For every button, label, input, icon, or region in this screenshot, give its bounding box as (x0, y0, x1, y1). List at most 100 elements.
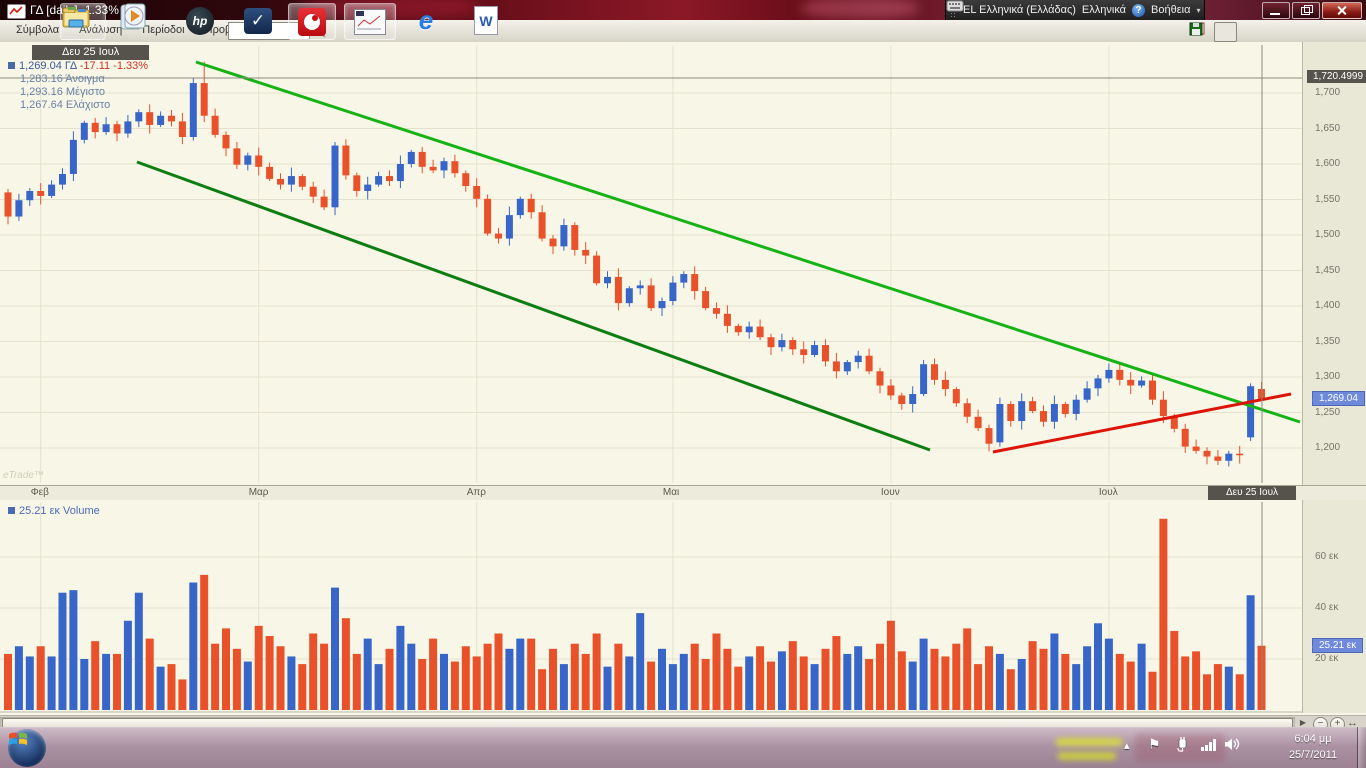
volume-bar (168, 664, 176, 710)
ruler-tool-icon[interactable] (1291, 23, 1312, 41)
price-chart-pane[interactable]: 1,7001,6501,6001,5501,5001,4501,4001,350… (0, 42, 1366, 485)
taskbar-item-hp[interactable]: hp (180, 3, 220, 38)
minimize-button[interactable] (1262, 2, 1290, 19)
volume-bar (364, 639, 372, 710)
candle (637, 285, 644, 288)
tray-action-center-icon[interactable]: ⚑ (1148, 736, 1161, 753)
media-player-icon (118, 3, 148, 31)
candle (702, 291, 709, 308)
volume-bar (1203, 674, 1211, 710)
watermark: eTrade™ (3, 470, 44, 481)
price-tick: 1,400 (1315, 300, 1340, 311)
candle (604, 277, 611, 283)
app-chart-icon (7, 4, 26, 19)
windows-logo-icon (8, 729, 28, 747)
candle (659, 301, 666, 308)
price-tick: 1,550 (1315, 194, 1340, 205)
taskbar-item-check-app[interactable]: ✓ (238, 3, 278, 38)
candle (996, 404, 1003, 442)
legend-high-value: 1,293.16 (20, 86, 63, 98)
region-select-tool-icon[interactable] (1241, 23, 1262, 41)
volume-bar (702, 659, 710, 710)
taskbar-item-trading-app[interactable] (344, 3, 396, 40)
taskbar-item-word[interactable]: W (464, 3, 508, 38)
volume-bar (952, 644, 960, 710)
volume-bar (69, 590, 77, 710)
volume-bar (571, 644, 579, 710)
close-button[interactable] (1322, 2, 1362, 19)
candle (1182, 429, 1189, 447)
volume-bar (1247, 595, 1255, 710)
restore-button[interactable] (1292, 2, 1320, 19)
price-tick: 1,600 (1315, 158, 1340, 169)
candle (560, 225, 567, 246)
candle (811, 345, 818, 355)
volume-bar (495, 634, 503, 711)
help-icon[interactable]: ? (1132, 4, 1145, 17)
volume-bar (974, 664, 982, 710)
candle (92, 123, 99, 132)
language-bar[interactable]: EL Ελληνικά (Ελλάδας) Ελληνικά ? Βοήθεια… (945, 0, 1205, 21)
langbar-options-caret[interactable]: ▾ (1196, 6, 1200, 15)
volume-bar (200, 575, 208, 710)
volume-bar (37, 646, 45, 710)
start-button[interactable] (8, 729, 46, 767)
volume-bar (843, 654, 851, 710)
candle (1018, 401, 1025, 421)
keyboard-layout-label[interactable]: Ελληνικά (1082, 4, 1126, 16)
word-icon: W (474, 6, 498, 35)
candle (223, 135, 230, 148)
volume-bar (767, 662, 775, 710)
taskbar-item-internet-explorer[interactable]: e (406, 3, 446, 38)
volume-bar (1214, 664, 1222, 710)
candle (1116, 370, 1123, 380)
volume-bar (157, 667, 165, 710)
candle (1073, 400, 1080, 414)
taskbar-item-media-player[interactable] (118, 3, 158, 38)
help-label[interactable]: Βοήθεια (1151, 4, 1190, 16)
crosshair-tool-icon[interactable] (1214, 22, 1237, 42)
price-tick: 1,700 (1315, 87, 1340, 98)
volume-bar (941, 656, 949, 710)
keyboard-icon[interactable] (946, 0, 964, 12)
volume-bar (887, 621, 895, 710)
taskbar-item-explorer[interactable] (60, 3, 106, 40)
candle (953, 389, 960, 403)
candle (190, 83, 197, 137)
trendline-tool-icon[interactable] (1266, 23, 1287, 41)
volume-bar (745, 656, 753, 710)
legend-high-label: Μέγιστο (66, 86, 105, 98)
save-icon[interactable] (1341, 23, 1362, 41)
candle (37, 191, 44, 196)
candle (713, 308, 720, 314)
candle (920, 364, 927, 394)
volume-bar (418, 659, 426, 710)
chart-type-icon[interactable] (1316, 23, 1337, 41)
volume-bar (625, 656, 633, 710)
tray-hidden-icons-button[interactable]: ▴ (1124, 739, 1130, 752)
candle (408, 152, 415, 164)
volume-marker-icon (8, 507, 15, 514)
show-desktop-button[interactable] (1357, 727, 1366, 768)
taskbar-blur-blob (1056, 738, 1122, 746)
candle (1214, 457, 1221, 461)
volume-bar (876, 644, 884, 710)
candle (462, 173, 469, 186)
volume-bar (658, 649, 666, 710)
candle (778, 340, 785, 347)
language-indicator[interactable]: EL Ελληνικά (Ελλάδας) (963, 4, 1076, 16)
restore-icon (1301, 7, 1310, 15)
volume-bar (1029, 641, 1037, 710)
volume-pane[interactable]: 60 εκ40 εκ20 εκ 25.21 εκ × 25.21 εκ Volu… (0, 500, 1366, 715)
volume-bar (1040, 649, 1048, 710)
candle (495, 234, 502, 239)
support-red[interactable] (993, 394, 1291, 452)
taskbar-item-vodafone[interactable] (288, 3, 336, 40)
candle (375, 176, 382, 185)
candle (233, 148, 240, 164)
tray-clock[interactable]: 6:04 μμ 25/7/2011 (1278, 731, 1348, 763)
candle (648, 285, 655, 308)
volume-tick: 40 εκ (1315, 602, 1338, 613)
volume-bar (146, 639, 154, 710)
volume-tick: 60 εκ (1315, 551, 1338, 562)
